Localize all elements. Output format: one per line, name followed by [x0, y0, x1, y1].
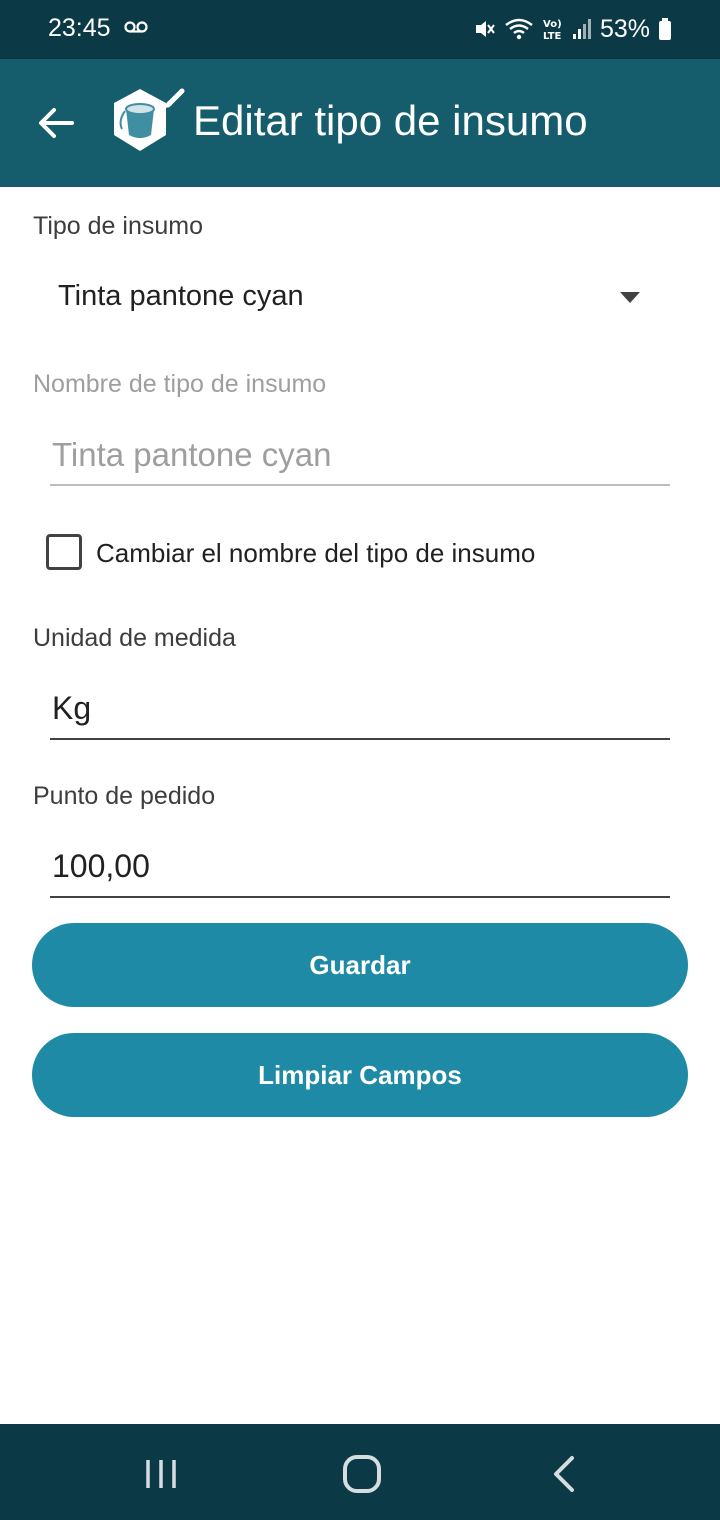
- cambiar-nombre-label: Cambiar el nombre del tipo de insumo: [96, 538, 536, 568]
- page-title: Editar tipo de insumo: [193, 97, 588, 144]
- field-underline: [50, 738, 670, 740]
- volte-icon: Vo) LTE: [543, 19, 562, 42]
- field-underline: [50, 484, 670, 486]
- punto-pedido-value: 100,00: [52, 848, 150, 884]
- status-icons: Vo) LTE 53%: [472, 12, 672, 46]
- unidad-medida-value: Kg: [52, 690, 92, 726]
- nombre-tipo-insumo-label: Nombre de tipo de insumo: [33, 370, 327, 398]
- tipo-insumo-selected: Tinta pantone cyan: [58, 280, 304, 312]
- paint-bucket-edit-icon: [114, 88, 185, 151]
- recent-apps-icon[interactable]: [141, 1454, 181, 1494]
- punto-pedido-label: Punto de pedido: [33, 782, 216, 810]
- cambiar-nombre-checkbox[interactable]: [46, 534, 82, 570]
- voicemail-icon: [124, 21, 148, 33]
- svg-text:LTE: LTE: [543, 31, 562, 42]
- home-icon[interactable]: [342, 1454, 382, 1494]
- battery-percent: 53%: [599, 14, 650, 43]
- punto-pedido-field[interactable]: 100,00: [50, 842, 670, 902]
- app-bar: Editar tipo de insumo: [0, 59, 720, 187]
- tipo-insumo-dropdown[interactable]: Tinta pantone cyan: [40, 262, 660, 332]
- wifi-icon: [505, 18, 533, 40]
- status-time: 23:45: [48, 14, 111, 42]
- battery-icon: [659, 18, 671, 40]
- limpiar-campos-button[interactable]: Limpiar Campos: [32, 1033, 688, 1117]
- dropdown-arrow-icon: [620, 292, 640, 303]
- nombre-tipo-insumo-field[interactable]: Tinta pantone cyan: [50, 428, 670, 488]
- guardar-button[interactable]: Guardar: [32, 923, 688, 1007]
- vibrate-mute-icon: [475, 21, 495, 37]
- back-icon[interactable]: [544, 1454, 584, 1494]
- unidad-medida-field[interactable]: Kg: [50, 684, 670, 744]
- signal-icon: [572, 19, 591, 39]
- tipo-insumo-label: Tipo de insumo: [33, 212, 203, 240]
- back-arrow-icon[interactable]: [34, 101, 78, 145]
- system-nav-bar: [0, 1424, 720, 1520]
- nombre-tipo-insumo-value: Tinta pantone cyan: [52, 436, 332, 473]
- svg-text:Vo): Vo): [543, 19, 562, 30]
- status-bar: 23:45 Vo) LTE 53%: [0, 0, 720, 59]
- field-underline: [50, 896, 670, 898]
- unidad-medida-label: Unidad de medida: [33, 624, 236, 652]
